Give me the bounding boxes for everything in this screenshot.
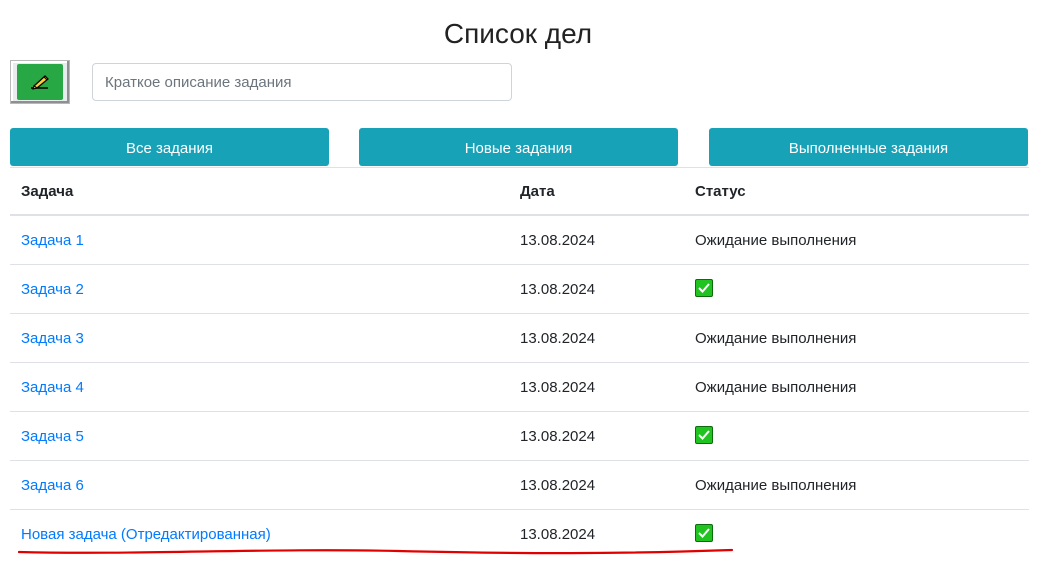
header-status: Статус	[695, 183, 746, 200]
task-link[interactable]: Новая задача (Отредактированная)	[21, 526, 271, 543]
table-row: Задача 2 13.08.2024	[10, 265, 1029, 314]
header-task: Задача	[21, 183, 74, 200]
task-date: 13.08.2024	[520, 526, 596, 543]
task-date: 13.08.2024	[520, 232, 596, 249]
table-row: Задача 4 13.08.2024 Ожидание выполнения	[10, 363, 1029, 412]
filter-done-button[interactable]: Выполненные задания	[709, 128, 1028, 166]
task-status	[695, 524, 713, 547]
task-status	[695, 426, 713, 449]
task-status: Ожидание выполнения	[695, 232, 857, 249]
task-date: 13.08.2024	[520, 379, 596, 396]
task-link[interactable]: Задача 1	[21, 232, 84, 249]
task-link[interactable]: Задача 5	[21, 428, 84, 445]
task-link[interactable]: Задача 2	[21, 281, 84, 298]
task-status: Ожидание выполнения	[695, 477, 857, 494]
filter-new-button[interactable]: Новые задания	[359, 128, 678, 166]
todo-page: Список дел Все задания Новые задания Вып…	[0, 0, 1057, 577]
task-status	[695, 279, 713, 302]
pencil-writing-icon	[31, 75, 49, 90]
done-check-icon	[695, 426, 713, 444]
task-link[interactable]: Задача 4	[21, 379, 84, 396]
add-task-button[interactable]	[10, 60, 70, 104]
red-underline-annotation	[18, 548, 734, 555]
done-check-icon	[695, 279, 713, 297]
filter-all-button[interactable]: Все задания	[10, 128, 329, 166]
task-date: 13.08.2024	[520, 330, 596, 347]
task-date: 13.08.2024	[520, 477, 596, 494]
task-description-input[interactable]	[92, 63, 512, 101]
tasks-table: Задача Дата Статус Задача 1 13.08.2024 О…	[10, 167, 1029, 559]
task-date: 13.08.2024	[520, 428, 596, 445]
table-row: Задача 5 13.08.2024	[10, 412, 1029, 461]
task-date: 13.08.2024	[520, 281, 596, 298]
task-status: Ожидание выполнения	[695, 330, 857, 347]
table-header: Задача Дата Статус	[10, 167, 1029, 216]
header-date: Дата	[520, 183, 555, 200]
table-row: Задача 3 13.08.2024 Ожидание выполнения	[10, 314, 1029, 363]
table-row: Задача 6 13.08.2024 Ожидание выполнения	[10, 461, 1029, 510]
add-task-button-face[interactable]	[17, 64, 63, 100]
task-link[interactable]: Задача 6	[21, 477, 84, 494]
done-check-icon	[695, 524, 713, 542]
page-title: Список дел	[443, 18, 593, 49]
task-link[interactable]: Задача 3	[21, 330, 84, 347]
task-status: Ожидание выполнения	[695, 379, 857, 396]
table-row: Задача 1 13.08.2024 Ожидание выполнения	[10, 216, 1029, 265]
